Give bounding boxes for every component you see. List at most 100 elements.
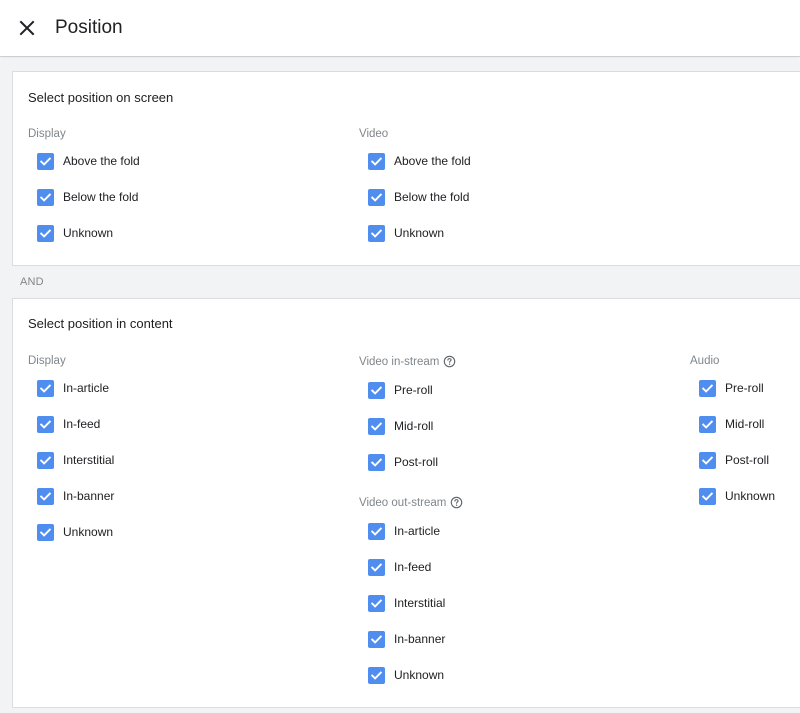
help-circle-icon[interactable] bbox=[450, 496, 463, 509]
checkbox[interactable] bbox=[37, 451, 54, 469]
screen-display-option[interactable]: Above the fold bbox=[37, 152, 140, 170]
checkbox[interactable] bbox=[368, 594, 385, 612]
checkbox[interactable] bbox=[699, 451, 716, 469]
check-icon bbox=[701, 491, 714, 501]
check-icon bbox=[39, 383, 52, 393]
checkbox[interactable] bbox=[37, 224, 54, 242]
checkbox-label: Above the fold bbox=[394, 154, 471, 168]
checkbox-label: In-article bbox=[394, 524, 441, 538]
check-icon bbox=[701, 455, 714, 465]
checkbox-label: Unknown bbox=[725, 489, 776, 503]
checkbox[interactable] bbox=[37, 188, 54, 206]
checkbox[interactable] bbox=[368, 224, 385, 242]
header-bar: Position bbox=[0, 0, 800, 57]
checkbox-label: Interstitial bbox=[394, 596, 446, 610]
content-display-option[interactable]: In-banner bbox=[37, 487, 114, 505]
checkbox-label: Pre-roll bbox=[725, 381, 764, 395]
checkbox[interactable] bbox=[37, 487, 54, 505]
checkbox[interactable] bbox=[368, 558, 385, 576]
checkbox[interactable] bbox=[368, 381, 385, 399]
audio-option[interactable]: Post-roll bbox=[699, 451, 769, 469]
checkbox-label: In-banner bbox=[394, 632, 446, 646]
audio-label: Audio bbox=[690, 355, 720, 367]
check-icon bbox=[370, 156, 383, 166]
check-icon bbox=[370, 598, 383, 608]
video-outstream-label: Video out-stream bbox=[359, 496, 447, 509]
content-display-option[interactable]: In-article bbox=[37, 379, 109, 397]
video-instream-option[interactable]: Pre-roll bbox=[368, 381, 433, 399]
checkbox-label: Below the fold bbox=[63, 190, 139, 204]
screen-section-title: Select position on screen bbox=[28, 90, 174, 105]
checkbox[interactable] bbox=[37, 152, 54, 170]
checkbox[interactable] bbox=[368, 152, 385, 170]
check-icon bbox=[39, 192, 52, 202]
checkbox[interactable] bbox=[368, 630, 385, 648]
video-outstream-option[interactable]: In-article bbox=[368, 522, 440, 540]
check-icon bbox=[701, 419, 714, 429]
screen-video-option[interactable]: Unknown bbox=[368, 224, 444, 242]
check-icon bbox=[39, 491, 52, 501]
checkbox[interactable] bbox=[368, 417, 385, 435]
check-icon bbox=[39, 156, 52, 166]
check-icon bbox=[370, 670, 383, 680]
content-section-title: Select position in content bbox=[28, 316, 173, 331]
check-icon bbox=[370, 192, 383, 202]
video-instream-label: Video in-stream bbox=[359, 355, 440, 368]
check-icon bbox=[370, 421, 383, 431]
checkbox[interactable] bbox=[368, 666, 385, 684]
checkbox-label: In-article bbox=[63, 381, 110, 395]
content-display-option[interactable]: Interstitial bbox=[37, 451, 114, 469]
checkbox-label: Mid-roll bbox=[725, 417, 765, 431]
check-icon bbox=[370, 228, 383, 238]
checkbox[interactable] bbox=[699, 415, 716, 433]
close-icon bbox=[19, 20, 35, 36]
checkbox-label: Unknown bbox=[63, 226, 114, 240]
checkbox-label: Post-roll bbox=[725, 453, 770, 467]
checkbox-label: Above the fold bbox=[63, 154, 140, 168]
checkbox-label: Unknown bbox=[394, 668, 445, 682]
check-icon bbox=[370, 526, 383, 536]
audio-option[interactable]: Mid-roll bbox=[699, 415, 764, 433]
help-circle-icon[interactable] bbox=[443, 355, 456, 368]
screen-display-option[interactable]: Below the fold bbox=[37, 188, 138, 206]
checkbox-label: In-feed bbox=[63, 417, 101, 431]
content-display-label: Display bbox=[28, 355, 66, 367]
checkbox-label: Post-roll bbox=[394, 455, 439, 469]
checkbox-label: In-feed bbox=[394, 560, 432, 574]
checkbox-label: Mid-roll bbox=[394, 419, 434, 433]
check-icon bbox=[39, 228, 52, 238]
check-icon bbox=[370, 457, 383, 467]
checkbox-label: Interstitial bbox=[63, 453, 115, 467]
checkbox[interactable] bbox=[37, 379, 54, 397]
screen-display-option[interactable]: Unknown bbox=[37, 224, 113, 242]
checkbox-label: Unknown bbox=[63, 525, 114, 539]
video-instream-option[interactable]: Post-roll bbox=[368, 453, 438, 471]
checkbox[interactable] bbox=[368, 522, 385, 540]
check-icon bbox=[701, 383, 714, 393]
video-instream-group-label: Video in-stream bbox=[359, 355, 456, 368]
content-display-option[interactable]: Unknown bbox=[37, 523, 113, 541]
screen-display-label: Display bbox=[28, 128, 66, 140]
checkbox[interactable] bbox=[37, 523, 54, 541]
close-button[interactable] bbox=[16, 17, 38, 39]
video-outstream-option[interactable]: Interstitial bbox=[368, 594, 445, 612]
page-title: Position bbox=[55, 17, 123, 38]
checkbox[interactable] bbox=[37, 415, 54, 433]
content-display-option[interactable]: In-feed bbox=[37, 415, 100, 433]
checkbox-label: In-banner bbox=[63, 489, 115, 503]
audio-option[interactable]: Pre-roll bbox=[699, 379, 764, 397]
and-separator: AND bbox=[20, 276, 44, 288]
video-instream-option[interactable]: Mid-roll bbox=[368, 417, 433, 435]
audio-option[interactable]: Unknown bbox=[699, 487, 775, 505]
check-icon bbox=[370, 385, 383, 395]
screen-video-option[interactable]: Below the fold bbox=[368, 188, 469, 206]
checkbox[interactable] bbox=[368, 188, 385, 206]
checkbox[interactable] bbox=[699, 379, 716, 397]
video-outstream-option[interactable]: In-banner bbox=[368, 630, 445, 648]
video-outstream-option[interactable]: In-feed bbox=[368, 558, 431, 576]
check-icon bbox=[39, 527, 52, 537]
checkbox[interactable] bbox=[368, 453, 385, 471]
screen-video-option[interactable]: Above the fold bbox=[368, 152, 471, 170]
checkbox[interactable] bbox=[699, 487, 716, 505]
video-outstream-option[interactable]: Unknown bbox=[368, 666, 444, 684]
